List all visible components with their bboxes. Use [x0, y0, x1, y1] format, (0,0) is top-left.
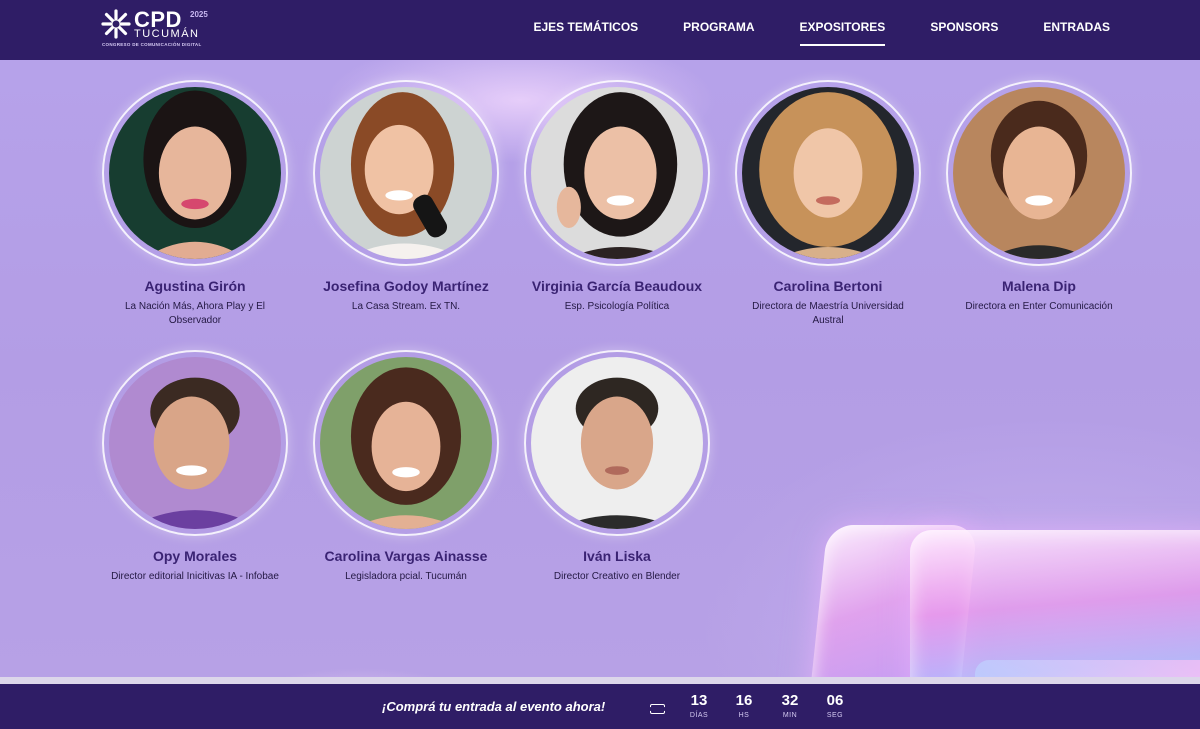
- nav-item-sponsors[interactable]: SPONSORS: [930, 0, 998, 60]
- speaker-photo: [320, 357, 492, 529]
- countdown-hours: 16 HS: [724, 692, 764, 719]
- divider: [0, 677, 1200, 684]
- countdown-label: DÍAS: [689, 712, 709, 719]
- site-logo[interactable]: CPD 2025 TUCUMÁN CONGRESO DE COMUNICACIÓ…: [100, 8, 210, 48]
- nav-item-entradas[interactable]: ENTRADAS: [1043, 0, 1110, 60]
- countdown-seconds: 06 SEG: [815, 692, 855, 719]
- speaker-photo-frame: [946, 80, 1132, 266]
- speaker-photo-frame: [735, 80, 921, 266]
- speaker-photo-frame: [102, 350, 288, 536]
- site-header: CPD 2025 TUCUMÁN CONGRESO DE COMUNICACIÓ…: [0, 0, 1200, 60]
- speakers-grid: Agustina Girón La Nación Más, Ahora Play…: [0, 60, 1200, 677]
- speaker-card[interactable]: Carolina Vargas Ainasse Legisladora pcia…: [306, 350, 506, 584]
- speaker-photo-frame: [313, 80, 499, 266]
- speaker-role: Directora en Enter Comunicación: [965, 301, 1113, 312]
- speaker-role: Esp. Psicología Política: [564, 301, 670, 312]
- speaker-role: Directora de Maestría Universidad Austra…: [752, 301, 904, 326]
- speaker-role: Director editorial Inicitivas IA - Infob…: [111, 571, 279, 582]
- countdown-label: HS: [738, 712, 750, 719]
- speaker-photo-frame: [524, 80, 710, 266]
- speaker-name: Opy Morales: [152, 548, 238, 564]
- speaker-card[interactable]: Opy Morales Director editorial Inicitiva…: [95, 350, 295, 584]
- ticket-icon: [648, 704, 667, 714]
- main-nav: EJES TEMÁTICOS PROGRAMA EXPOSITORES SPON…: [488, 0, 1110, 60]
- countdown-minutes: 32 MIN: [770, 692, 810, 719]
- speaker-photo: [742, 87, 914, 259]
- speaker-photo: [109, 357, 281, 529]
- speaker-photo-frame: [313, 350, 499, 536]
- ticket-bar: ¡Comprá tu entrada al evento ahora! 13 D…: [0, 684, 1200, 729]
- speaker-photo: [953, 87, 1125, 259]
- speaker-name: Carolina Vargas Ainasse: [324, 548, 488, 564]
- countdown-value: 06: [826, 692, 844, 709]
- speaker-name: Virginia García Beaudoux: [531, 278, 703, 294]
- speaker-name: Josefina Godoy Martínez: [323, 278, 489, 294]
- brand-city: TUCUMÁN: [134, 28, 200, 40]
- snowflake-cross-icon: [101, 9, 131, 39]
- nav-item-programa[interactable]: PROGRAMA: [683, 0, 754, 60]
- countdown-label: MIN: [782, 712, 798, 719]
- speaker-photo-frame: [102, 80, 288, 266]
- brand-tagline: CONGRESO DE COMUNICACIÓN DIGITAL: [102, 42, 202, 47]
- speaker-photo: [531, 87, 703, 259]
- speaker-role: La Casa Stream. Ex TN.: [351, 301, 461, 312]
- speaker-role: Legisladora pcial. Tucumán: [345, 571, 467, 582]
- speaker-card[interactable]: Agustina Girón La Nación Más, Ahora Play…: [95, 80, 295, 328]
- buy-ticket-link[interactable]: ¡Comprá tu entrada al evento ahora!: [382, 699, 605, 714]
- speaker-name: Iván Liska: [583, 548, 651, 564]
- speaker-card[interactable]: Josefina Godoy Martínez La Casa Stream. …: [306, 80, 506, 314]
- nav-item-ejes-tematicos[interactable]: EJES TEMÁTICOS: [533, 0, 638, 60]
- countdown-value: 32: [781, 692, 799, 709]
- speaker-role: La Nación Más, Ahora Play y El Observado…: [124, 301, 266, 326]
- speaker-photo-frame: [524, 350, 710, 536]
- speaker-name: Carolina Bertoni: [773, 278, 883, 294]
- speaker-name: Agustina Girón: [144, 278, 246, 294]
- countdown-days: 13 DÍAS: [679, 692, 719, 719]
- speaker-photo: [320, 87, 492, 259]
- countdown-value: 16: [735, 692, 753, 709]
- speaker-name: Malena Dip: [1002, 278, 1076, 294]
- speaker-card[interactable]: Malena Dip Directora en Enter Comunicaci…: [939, 80, 1139, 314]
- speaker-role: Director Creativo en Blender: [553, 571, 681, 582]
- speaker-card[interactable]: Iván Liska Director Creativo en Blender: [517, 350, 717, 584]
- nav-item-expositores[interactable]: EXPOSITORES: [799, 0, 885, 60]
- countdown-label: SEG: [826, 712, 844, 719]
- speaker-card[interactable]: Carolina Bertoni Directora de Maestría U…: [728, 80, 928, 328]
- speaker-photo: [109, 87, 281, 259]
- speaker-photo: [531, 357, 703, 529]
- speaker-card[interactable]: Virginia García Beaudoux Esp. Psicología…: [517, 80, 717, 314]
- brand-year: 2025: [190, 10, 208, 19]
- countdown-value: 13: [690, 692, 708, 709]
